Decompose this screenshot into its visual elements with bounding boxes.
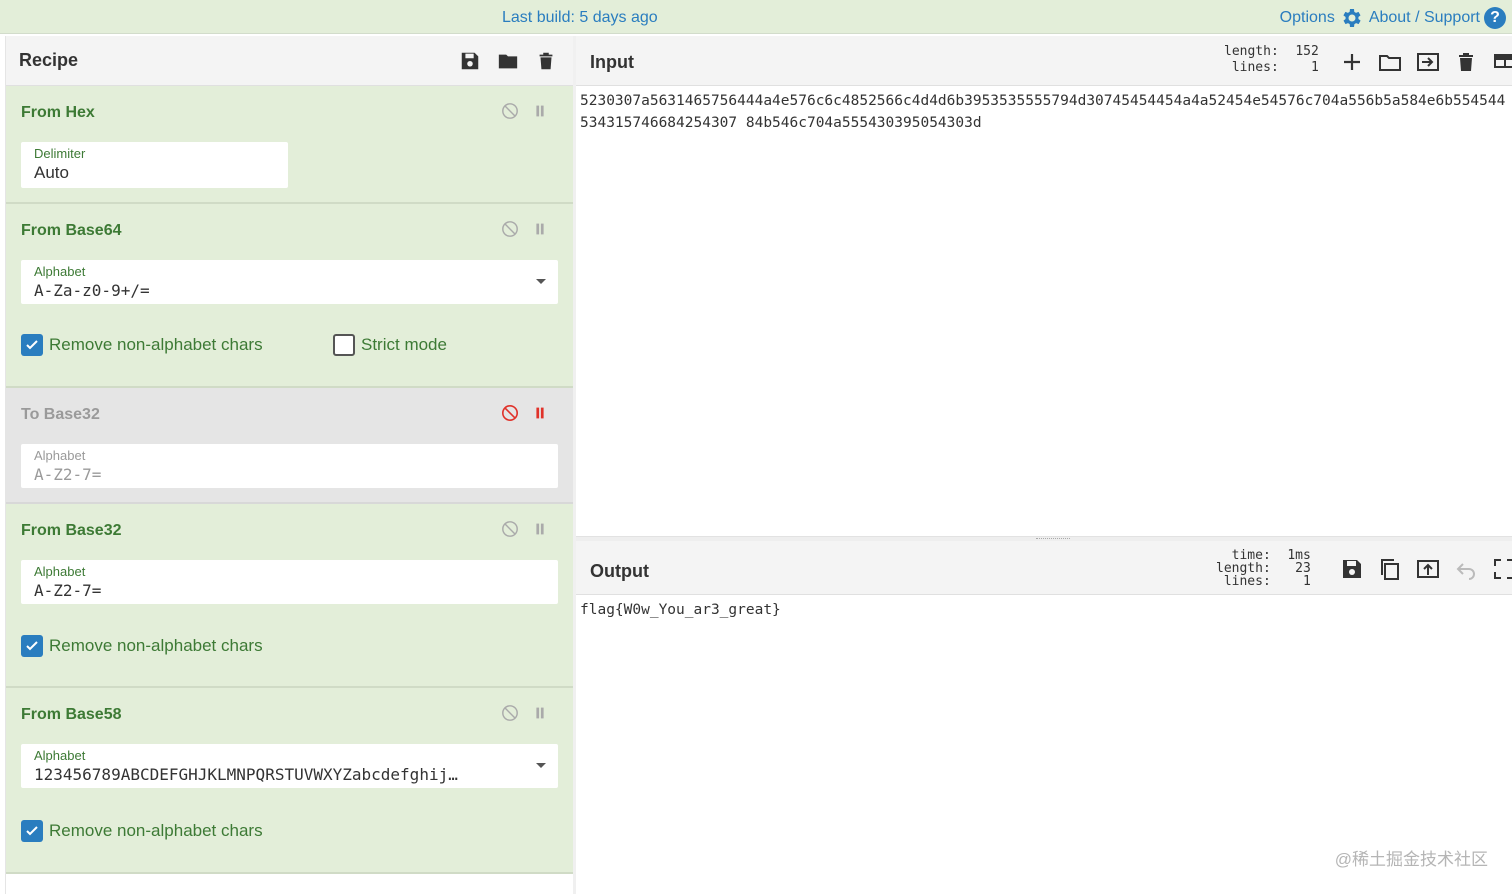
alphabet-field[interactable]: Alphabet A-Z2-7= [21,560,558,604]
input-panel: Input length: 152 lines: 1 5230307a5631465… [576,36,1512,536]
pause-icon[interactable] [531,220,549,238]
options-label: Options [1279,9,1335,26]
alphabet-select[interactable]: Alphabet A-Za-z0-9+/= [21,260,558,304]
operation-title: From Base32 [21,522,122,539]
input-title: Input [590,52,634,72]
field-value: Auto [34,163,69,182]
disable-icon[interactable] [501,102,519,120]
field-label: Alphabet [34,564,86,579]
options-link[interactable]: Options [1280,6,1363,30]
operation-from-base64[interactable]: From Base64 Alphabet A-Za-z0-9+/= Remove… [6,204,573,388]
save-icon[interactable] [1340,557,1364,581]
remove-non-alphabet-checkbox[interactable]: Remove non-alphabet chars [21,635,263,657]
operation-title: To Base32 [21,406,100,423]
chevron-down-icon [536,763,546,768]
field-value: A-Za-z0-9+/= [34,281,150,300]
input-text[interactable]: 5230307a5631465756444a4e576c6c4852566c4d… [576,86,1512,134]
alphabet-select[interactable]: Alphabet 123456789ABCDEFGHJKLMNPQRSTUVWX… [21,744,558,788]
lines-key: lines: [1223,574,1271,589]
alphabet-field[interactable]: Alphabet A-Z2-7= [21,444,558,488]
fullscreen-icon[interactable] [1492,557,1512,581]
field-value: A-Z2-7= [34,465,102,484]
remove-non-alphabet-checkbox[interactable]: Remove non-alphabet chars [21,820,263,842]
lines-value: 1 [1302,574,1311,589]
watermark: @稀土掘金技术社区 [1334,850,1488,869]
operation-to-base32[interactable]: To Base32 Alphabet A-Z2-7= [6,388,573,504]
pause-icon[interactable] [531,520,549,538]
length-value: 152 [1295,44,1319,59]
about-support-label: About / Support [1368,9,1480,26]
output-text[interactable]: flag{W0w_You_ar3_great} [576,595,1512,621]
checkbox-label: Strict mode [361,335,447,354]
folder-icon[interactable] [497,50,519,72]
save-icon[interactable] [459,50,481,72]
top-bar: Last build: 5 days ago Options About / S… [0,0,1512,34]
about-support-link[interactable]: About / Support ? [1369,7,1506,29]
checkbox-checked-icon [21,820,43,842]
output-header: Output time: 1ms length: 23 lines: 1 [576,541,1512,595]
output-title: Output [590,561,649,581]
checkbox-unchecked-icon [333,334,355,356]
lines-value: 1 [1310,60,1319,75]
disable-icon[interactable] [501,704,519,722]
trash-icon[interactable] [1454,50,1478,74]
operation-title: From Base64 [21,222,122,239]
trash-icon[interactable] [535,50,557,72]
top-links: Options About / Support ? [1280,6,1512,30]
checkbox-checked-icon [21,635,43,657]
output-stats: time: 1ms length: 23 lines: 1 [1216,549,1311,588]
field-label: Alphabet [34,448,86,463]
output-panel: Output time: 1ms length: 23 lines: 1 flag{W… [576,541,1512,894]
strict-mode-checkbox[interactable]: Strict mode [333,334,447,356]
remove-non-alphabet-checkbox[interactable]: Remove non-alphabet chars [21,334,263,356]
last-build-label: Last build: 5 days ago [502,9,658,26]
replace-input-icon[interactable] [1416,557,1440,581]
disable-icon[interactable] [501,520,519,538]
operation-from-hex[interactable]: From Hex Delimiter Auto [6,86,573,204]
pause-icon[interactable] [531,102,549,120]
checkbox-label: Remove non-alphabet chars [49,335,263,354]
lines-key: lines: [1231,60,1279,75]
resize-grip-icon[interactable] [1036,538,1070,540]
help-icon: ? [1484,7,1506,29]
field-label: Delimiter [34,146,86,161]
disable-icon[interactable] [501,220,519,238]
recipe-panel: Recipe From Hex Delimiter Auto From Base… [5,36,573,894]
disable-icon[interactable] [501,404,519,422]
input-stats: length: 152 lines: 1 [1224,45,1319,74]
checkbox-checked-icon [21,334,43,356]
checkbox-label: Remove non-alphabet chars [49,821,263,840]
checkbox-label: Remove non-alphabet chars [49,636,263,655]
delimiter-field[interactable]: Delimiter Auto [21,142,288,188]
open-file-icon[interactable] [1416,50,1440,74]
copy-icon[interactable] [1378,557,1402,581]
field-label: Alphabet [34,264,86,279]
operation-title: From Hex [21,104,95,121]
recipe-title: Recipe [19,50,79,70]
pause-icon[interactable] [531,404,549,422]
field-label: Alphabet [34,748,86,763]
operation-title: From Base58 [21,706,122,723]
gear-icon [1343,9,1361,27]
length-key: length: [1224,44,1279,59]
input-header: Input length: 152 lines: 1 [576,36,1512,86]
open-folder-icon[interactable] [1378,50,1402,74]
recipe-header: Recipe [6,36,573,86]
undo-icon[interactable] [1454,557,1478,581]
field-value: 123456789ABCDEFGHJKLMNPQRSTUVWXYZabcdefg… [34,765,458,784]
chevron-down-icon [536,279,546,284]
operation-from-base32[interactable]: From Base32 Alphabet A-Z2-7= Remove non-… [6,504,573,688]
add-icon[interactable] [1340,50,1364,74]
operation-from-base58[interactable]: From Base58 Alphabet 123456789ABCDEFGHJK… [6,688,573,874]
layout-icon[interactable] [1492,50,1512,74]
field-value: A-Z2-7= [34,581,102,600]
pause-icon[interactable] [531,704,549,722]
